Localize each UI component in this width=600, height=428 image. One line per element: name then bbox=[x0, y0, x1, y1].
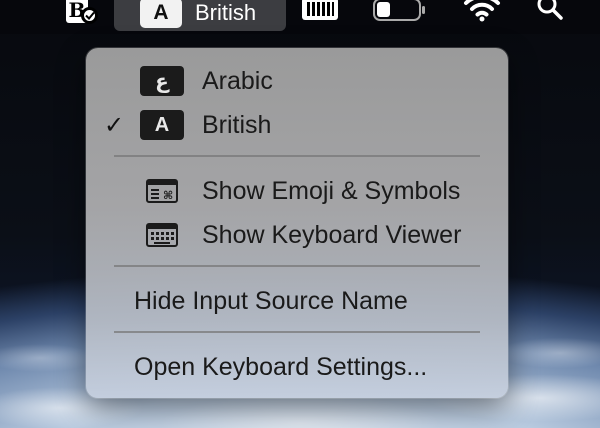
wifi-icon[interactable] bbox=[462, 0, 502, 22]
menu-item-label: British bbox=[202, 110, 272, 139]
menu-item-open-keyboard-settings[interactable]: Open Keyboard Settings... bbox=[86, 347, 508, 387]
menu-item-hide-input-source-name[interactable]: Hide Input Source Name bbox=[86, 281, 508, 321]
menu-item-label: Show Keyboard Viewer bbox=[202, 220, 462, 249]
menu-item-show-keyboard-viewer[interactable]: Show Keyboard Viewer bbox=[86, 215, 508, 255]
menu-item-label: Arabic bbox=[202, 66, 273, 95]
app-status-icon[interactable]: B bbox=[64, 0, 104, 30]
british-input-badge: A bbox=[140, 110, 184, 140]
emoji-symbols-icon: ⌘ bbox=[146, 179, 178, 210]
menu-item-label: Hide Input Source Name bbox=[134, 286, 408, 315]
menu-item-label: Show Emoji & Symbols bbox=[202, 176, 461, 205]
menu-separator bbox=[114, 331, 480, 333]
menu-item-british[interactable]: ✓ A British bbox=[86, 105, 508, 145]
menu-item-arabic[interactable]: ع Arabic bbox=[86, 61, 508, 101]
menu-item-label: Open Keyboard Settings... bbox=[134, 352, 428, 381]
input-source-badge: A bbox=[140, 0, 182, 28]
keyboard-icon[interactable] bbox=[300, 0, 340, 24]
battery-icon[interactable] bbox=[372, 0, 428, 24]
input-source-menu-button[interactable]: A British bbox=[114, 0, 286, 31]
svg-text:⌘: ⌘ bbox=[163, 189, 173, 202]
checkmark-icon: ✓ bbox=[103, 111, 125, 139]
search-icon[interactable] bbox=[534, 0, 566, 22]
menu-separator bbox=[114, 155, 480, 157]
menu-item-show-emoji-symbols[interactable]: ⌘ Show Emoji & Symbols bbox=[86, 171, 508, 211]
app-icon: B bbox=[64, 0, 100, 27]
input-source-dropdown-menu: ع Arabic ✓ A British ⌘ Show Emoji & Symb… bbox=[86, 48, 508, 398]
input-source-label: British bbox=[195, 0, 257, 25]
menu-separator bbox=[114, 265, 480, 267]
menu-bar: B A British bbox=[0, 0, 600, 34]
arabic-input-badge: ع bbox=[140, 66, 184, 96]
keyboard-viewer-icon bbox=[146, 223, 178, 254]
